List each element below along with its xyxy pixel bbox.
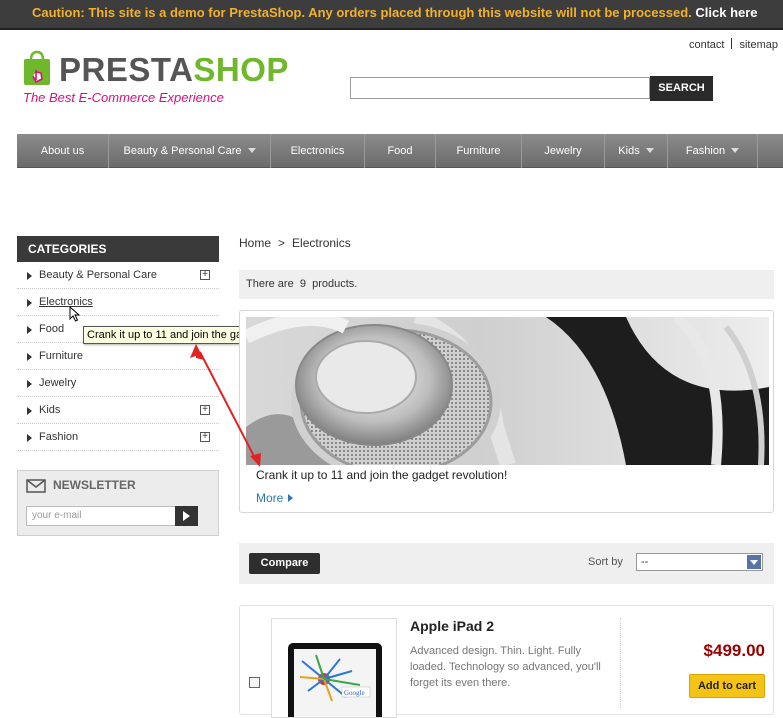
category-label: Furniture: [39, 350, 84, 362]
category-label: Beauty & Personal Care: [39, 269, 158, 281]
more-label: More: [256, 491, 284, 505]
store-logo[interactable]: PRESTASHOP The Best E-Commerce Experienc…: [22, 48, 288, 110]
chevron-down-icon: [731, 148, 740, 153]
arrow-right-icon: [27, 380, 32, 388]
nav-label: Jewelry: [544, 145, 582, 157]
count-number: 9: [299, 278, 306, 290]
svg-text:Google: Google: [344, 689, 365, 697]
search-input[interactable]: [350, 77, 650, 99]
logo-word-presta: PRESTA: [59, 51, 194, 88]
count-suffix: products.: [312, 278, 358, 290]
nav-label: Fashion: [685, 145, 726, 157]
banner-caution-label: Caution:: [32, 5, 85, 20]
expand-plus-icon[interactable]: +: [200, 270, 210, 280]
nav-item-about-us[interactable]: About us: [17, 134, 109, 168]
nav-item-beauty[interactable]: Beauty & Personal Care: [109, 134, 271, 168]
sitemap-link[interactable]: sitemap: [739, 39, 778, 51]
header-links: contact sitemap: [689, 38, 778, 51]
category-label: Jewelry: [39, 377, 77, 389]
main-nav: About us Beauty & Personal Care Electron…: [17, 134, 783, 168]
breadcrumb-home-link[interactable]: Home: [239, 236, 271, 250]
search-button[interactable]: SEARCH: [650, 76, 713, 101]
breadcrumb-separator: >: [278, 236, 286, 250]
banner-click-link[interactable]: Click here: [695, 5, 757, 20]
category-banner: Crank it up to 11 and join the gadget re…: [239, 310, 774, 513]
arrow-right-icon: [27, 326, 32, 334]
nav-item-food[interactable]: Food: [365, 134, 436, 168]
product-name[interactable]: Apple iPad 2: [410, 618, 494, 634]
mouse-pointer-icon: [69, 306, 81, 322]
expand-plus-icon[interactable]: +: [200, 432, 210, 442]
count-prefix: There are: [246, 278, 294, 290]
nav-label: Food: [387, 145, 413, 157]
nav-item-fashion[interactable]: Fashion: [668, 134, 758, 168]
logo-tagline: The Best E-Commerce Experience: [23, 90, 224, 105]
category-item-electronics[interactable]: Electronics: [17, 289, 219, 316]
logo-wordmark: PRESTASHOP: [59, 52, 289, 88]
demo-warning-banner: Caution: This site is a demo for PrestaS…: [0, 0, 783, 30]
nav-item-furniture[interactable]: Furniture: [436, 134, 522, 168]
product-price: $499.00: [703, 641, 765, 660]
envelope-icon: [26, 479, 46, 493]
nav-item-jewelry[interactable]: Jewelry: [522, 134, 605, 168]
nav-label: Furniture: [456, 145, 501, 157]
logo-word-shop: SHOP: [193, 51, 289, 88]
arrow-right-icon: [27, 299, 32, 307]
category-label: Food: [39, 323, 65, 335]
chevron-down-icon[interactable]: [747, 555, 761, 569]
category-label: Electronics: [39, 296, 93, 308]
arrow-right-icon: [288, 494, 294, 502]
category-item-beauty[interactable]: Beauty & Personal Care +: [17, 262, 219, 289]
nav-item-electronics[interactable]: Electronics: [271, 134, 365, 168]
product-toolbar: Compare Sort by --: [239, 543, 774, 584]
newsletter-email-input[interactable]: your e-mail: [26, 506, 176, 526]
contact-link[interactable]: contact: [689, 39, 724, 51]
breadcrumb: Home > Electronics: [239, 236, 351, 250]
product-card: Google Apple iPad 2 Advanced design. Thi…: [239, 605, 774, 718]
product-description: Advanced design. Thin. Light. Fully load…: [410, 645, 601, 689]
product-image[interactable]: Google: [271, 618, 397, 718]
headphones-image: [246, 317, 769, 465]
category-description: Crank it up to 11 and join the gadget re…: [256, 468, 508, 482]
arrow-right-icon: [27, 434, 32, 442]
category-item-furniture[interactable]: Furniture: [17, 343, 219, 370]
arrow-right-icon: [27, 272, 32, 280]
category-label: Kids: [39, 404, 61, 416]
categories-title: CATEGORIES: [17, 236, 219, 262]
breadcrumb-current: Electronics: [292, 236, 351, 250]
product-divider: [620, 618, 621, 708]
nav-label: Beauty & Personal Care: [123, 145, 242, 157]
more-link[interactable]: More: [256, 491, 294, 505]
chevron-down-icon: [645, 148, 654, 153]
category-item-fashion[interactable]: Fashion +: [17, 424, 219, 451]
sort-label: Sort by: [588, 556, 623, 568]
category-label: Fashion: [39, 431, 79, 443]
sort-selected-value: --: [641, 556, 649, 568]
newsletter-title: NEWSLETTER: [53, 478, 136, 492]
product-count-bar: There are 9 products.: [239, 270, 774, 299]
arrow-right-icon: [27, 407, 32, 415]
categories-list: Beauty & Personal Care + Electronics Food…: [17, 262, 219, 451]
nav-item-kids[interactable]: Kids: [605, 134, 668, 168]
compare-checkbox[interactable]: [249, 677, 260, 688]
newsletter-submit-button[interactable]: [175, 506, 198, 526]
nav-label: Kids: [618, 145, 640, 157]
banner-message: This site is a demo for PrestaShop. Any …: [88, 5, 692, 20]
nav-label: Electronics: [290, 145, 345, 157]
add-to-cart-button[interactable]: Add to cart: [689, 674, 765, 698]
chevron-down-icon: [247, 148, 256, 153]
sort-select[interactable]: --: [636, 553, 763, 571]
compare-button[interactable]: Compare: [249, 553, 320, 574]
category-item-kids[interactable]: Kids +: [17, 397, 219, 424]
shopping-bag-icon: [24, 50, 50, 85]
link-divider: [731, 38, 733, 49]
nav-label: About us: [40, 145, 85, 157]
expand-plus-icon[interactable]: +: [200, 405, 210, 415]
arrow-right-icon: [27, 353, 32, 361]
newsletter-block: NEWSLETTER your e-mail: [17, 470, 219, 536]
category-item-jewelry[interactable]: Jewelry: [17, 370, 219, 397]
